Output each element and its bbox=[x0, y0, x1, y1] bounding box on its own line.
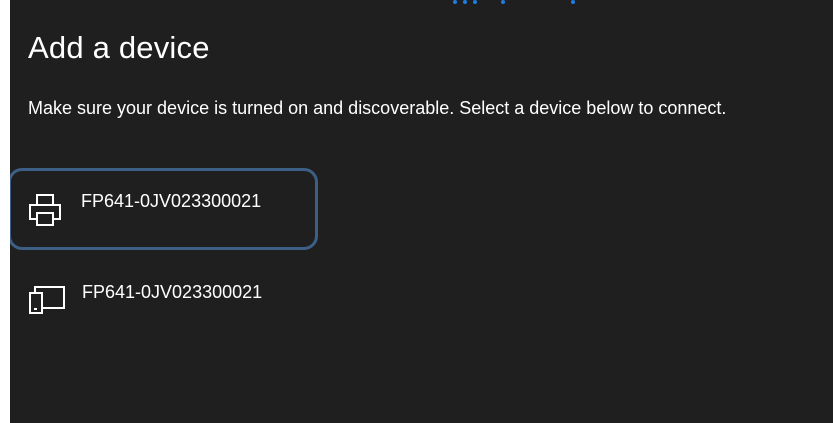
dialog-title: Add a device bbox=[28, 30, 210, 65]
dialog-description: Make sure your device is turned on and d… bbox=[28, 98, 727, 118]
device-item-printer[interactable]: FP641-0JV023300021 bbox=[10, 168, 318, 250]
progress-dot bbox=[463, 0, 467, 4]
device-name: FP641-0JV023300021 bbox=[82, 282, 263, 302]
device-item-display[interactable]: FP641-0JV023300021 bbox=[10, 263, 318, 345]
progress-dot bbox=[453, 0, 457, 4]
progress-dot bbox=[571, 0, 575, 4]
progress-dot bbox=[501, 0, 505, 4]
display-device-icon bbox=[26, 279, 66, 319]
add-device-dialog: Add a device Make sure your device is tu… bbox=[10, 0, 833, 423]
printer-icon bbox=[25, 191, 65, 231]
progress-dot bbox=[473, 0, 477, 4]
device-name: FP641-0JV023300021 bbox=[81, 191, 262, 211]
progress-indicator bbox=[453, 0, 583, 8]
